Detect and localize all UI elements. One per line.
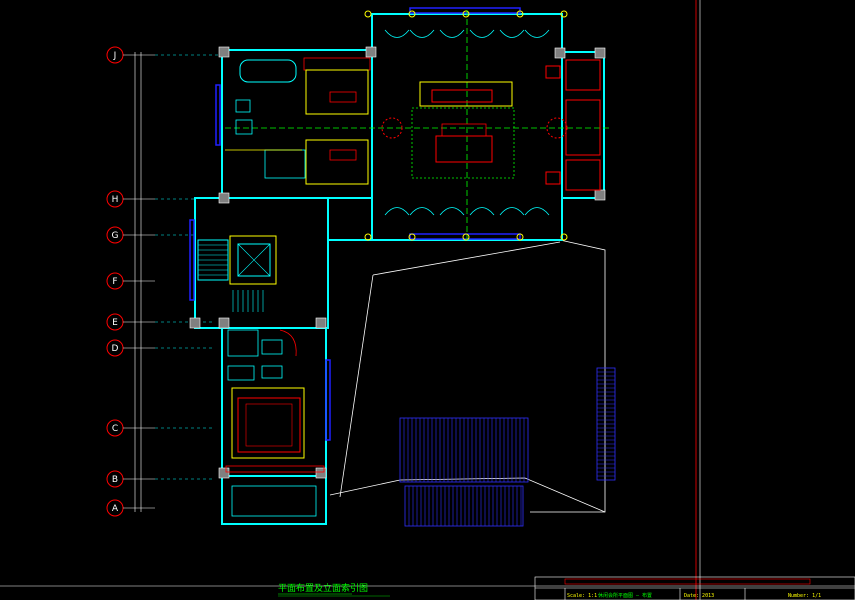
axis-label-b: B: [112, 475, 118, 485]
center-lines: [225, 10, 610, 240]
axis-label-e: E: [112, 318, 118, 328]
title-block: Scale: 1:1 休闲会所平面图 — 布置 Date: 2013 Numbe…: [534, 576, 855, 600]
axis-label-g: G: [112, 231, 119, 241]
cad-drawing-canvas[interactable]: J H G F E D C B A 平面布置及立面索引图 Scale: 1:1 …: [0, 0, 855, 600]
terrace-outline: [329, 239, 606, 513]
axis-label-a: A: [112, 504, 119, 514]
lounge-area: [381, 81, 568, 179]
walls: [194, 13, 605, 525]
scale-label: Scale: 1:1: [567, 593, 597, 599]
drawing-frame: [0, 0, 855, 600]
pergola-posts: [364, 10, 568, 241]
lower-rooms: [225, 329, 325, 517]
axis-label-d: D: [112, 344, 119, 354]
date-label: Date: 2013: [684, 593, 714, 599]
axis-label-c: C: [112, 424, 118, 434]
left-rooms: [225, 57, 371, 185]
axis-label-f: F: [112, 277, 117, 287]
axis-grid: J H G F E D C B A: [106, 46, 220, 517]
drawing-name: 休闲会所平面图 — 布置: [598, 592, 652, 599]
right-service-block: [545, 59, 601, 191]
stair-elevator: [197, 235, 277, 312]
drawing-title: 平面布置及立面索引图: [278, 582, 368, 594]
sheet-label: Number: 1/1: [788, 593, 821, 599]
columns: [189, 46, 606, 479]
axis-label-h: H: [112, 195, 119, 205]
axis-label-j: J: [113, 51, 117, 61]
